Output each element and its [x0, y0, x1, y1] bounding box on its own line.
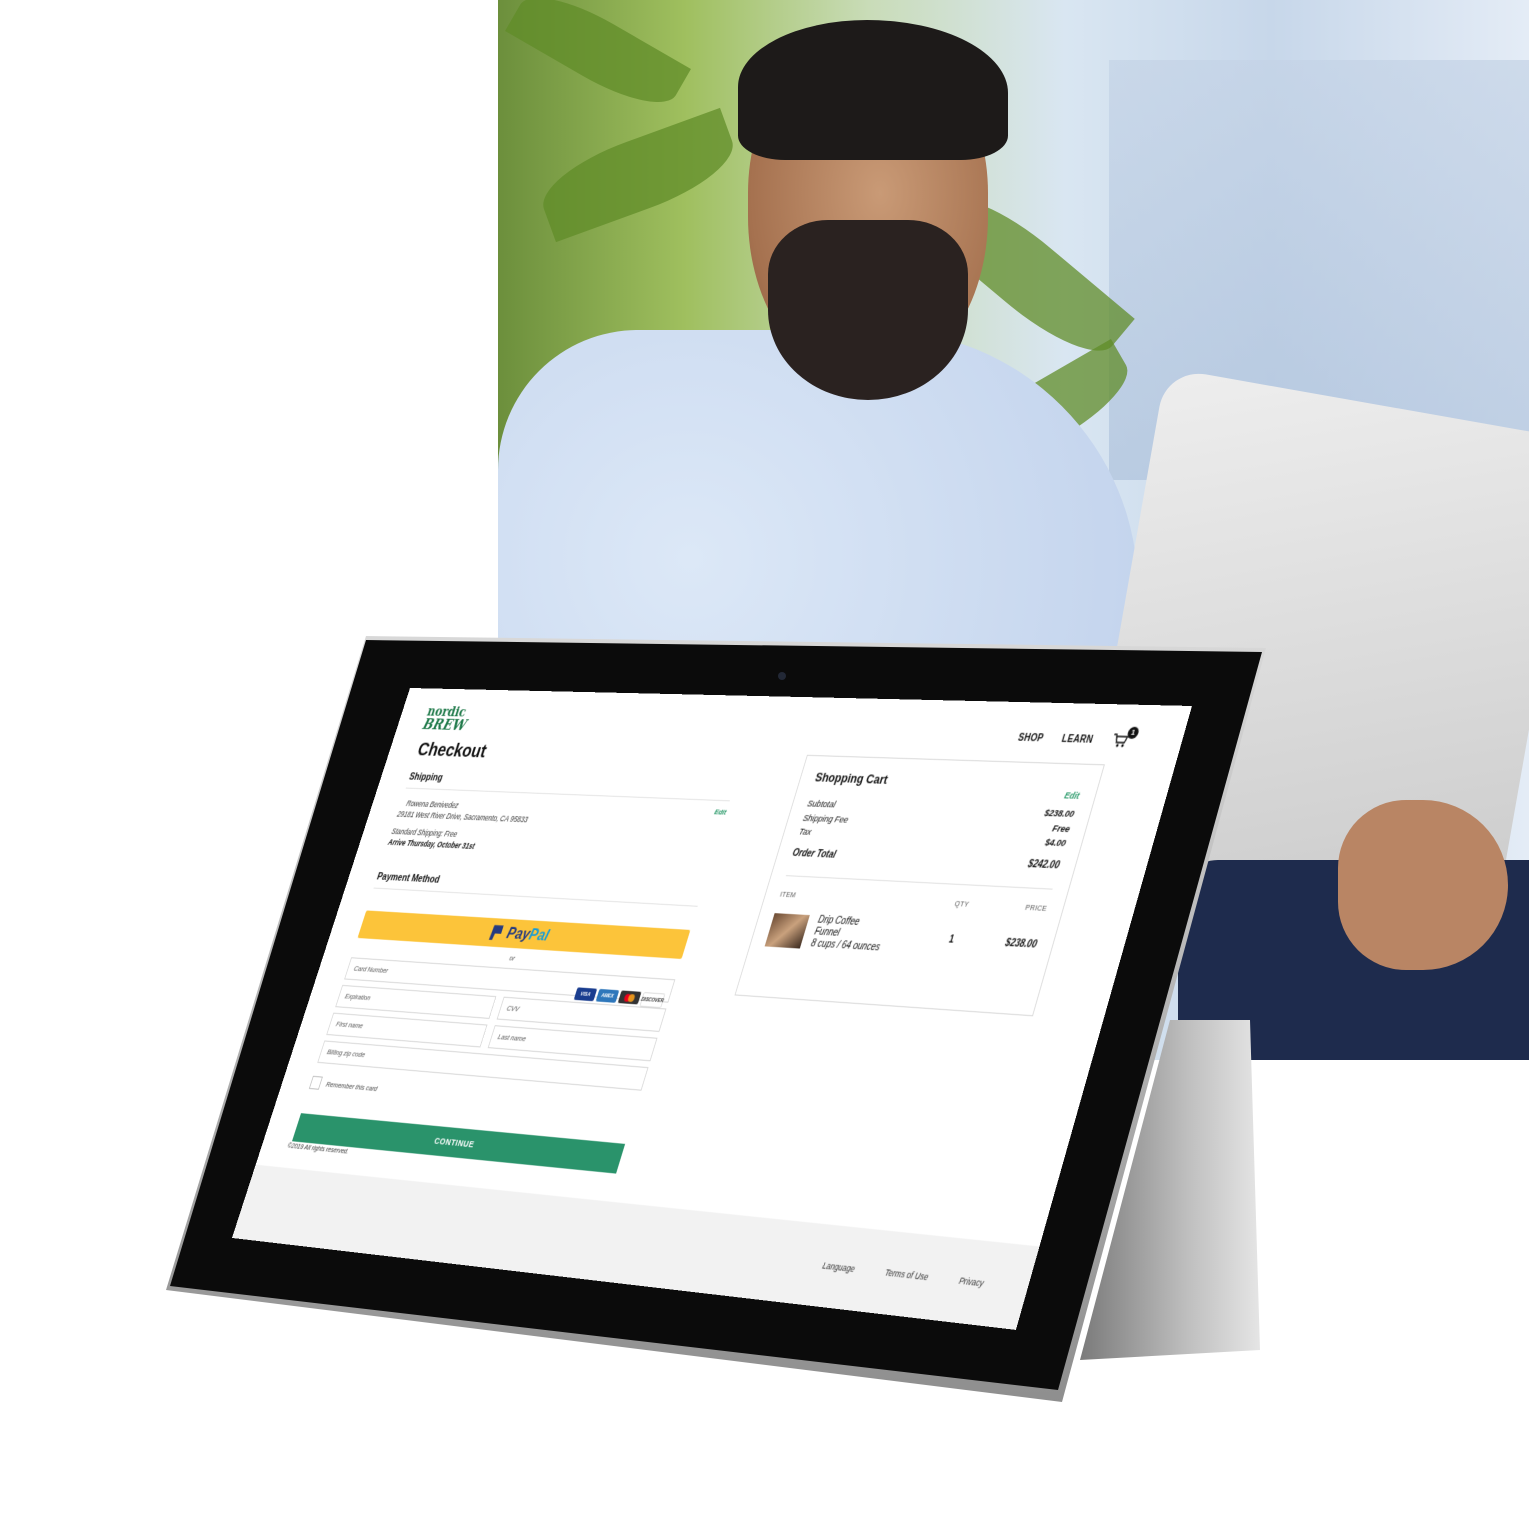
- shipping-edit-link[interactable]: Edit: [713, 807, 728, 819]
- nav-shop-link[interactable]: SHOP: [1017, 732, 1045, 744]
- page-title: Checkout: [414, 738, 490, 762]
- person-hair: [738, 20, 1008, 160]
- shipping-section-title: Shipping: [405, 771, 736, 802]
- paypal-wordmark-pal: Pal: [526, 925, 552, 945]
- column-price: PRICE: [1024, 902, 1049, 913]
- column-qty: QTY: [953, 898, 971, 909]
- visa-icon: VISA: [573, 987, 598, 1002]
- tax-label: Tax: [797, 827, 813, 839]
- continue-button[interactable]: CONTINUE: [291, 1113, 626, 1174]
- subtotal-value: $238.00: [1042, 807, 1076, 820]
- cart-icon[interactable]: 1: [1109, 726, 1141, 749]
- product-size: 8 cups / 64 ounces: [809, 937, 882, 954]
- paypal-wordmark: PayPal: [504, 924, 552, 945]
- plant-leaf: [532, 107, 744, 243]
- order-total-value: $242.00: [1026, 859, 1061, 872]
- product-thumbnail: [764, 912, 810, 949]
- order-total-label: Order Total: [790, 848, 838, 861]
- discover-icon: DISCOVER: [639, 992, 666, 1009]
- footer-terms-link[interactable]: Terms of Use: [884, 1267, 930, 1282]
- remember-card-label: Remember this card: [324, 1079, 379, 1093]
- nav-learn-link[interactable]: LEARN: [1060, 733, 1094, 745]
- person-beard: [768, 220, 968, 400]
- product-name: Drip Coffee Funnel 8 cups / 64 ounces: [809, 914, 931, 956]
- cart-totals: Subtotal $238.00 Shipping Fee Free Tax $…: [785, 797, 1076, 890]
- brand-logo-line2: BREW: [420, 715, 469, 735]
- brand-logo[interactable]: nordic BREW: [420, 703, 472, 735]
- person-hand: [1338, 800, 1508, 970]
- card-number-placeholder: Card Number: [352, 964, 390, 976]
- product-price: $238.00: [1003, 937, 1039, 951]
- mastercard-glyph: [623, 993, 636, 1002]
- shipping-details: Edit Rowena Benivedez 29181 West River D…: [387, 798, 728, 864]
- column-item: ITEM: [779, 889, 798, 900]
- footer-language-link[interactable]: Language: [821, 1260, 856, 1274]
- product-qty: 1: [947, 934, 956, 946]
- amex-icon: AMEX: [595, 989, 620, 1004]
- shipping-fee-value: Free: [1050, 823, 1072, 835]
- product-name-line2: Funnel: [813, 926, 842, 939]
- mastercard-icon: [617, 990, 642, 1005]
- cart-title: Shopping Cart: [813, 769, 890, 787]
- cart-count-badge: 1: [1126, 726, 1141, 739]
- footer-privacy-link[interactable]: Privacy: [958, 1275, 985, 1288]
- paypal-icon: [489, 925, 504, 941]
- cart-edit-link[interactable]: Edit: [1063, 790, 1080, 801]
- tax-value: $4.00: [1043, 837, 1068, 850]
- subtotal-label: Subtotal: [805, 798, 837, 811]
- payment-section-title: Payment Method: [373, 871, 703, 908]
- shopping-cart-panel: Shopping Cart Edit Subtotal $238.00 Ship…: [734, 754, 1105, 1017]
- tablet-camera: [778, 672, 786, 680]
- cart-items-header: ITEM QTY PRICE: [779, 889, 1048, 912]
- plant-leaf: [505, 0, 691, 121]
- top-nav: SHOP LEARN 1: [1016, 726, 1141, 749]
- cart-item-row: Drip Coffee Funnel 8 cups / 64 ounces 1 …: [764, 912, 1041, 964]
- remember-card-checkbox[interactable]: [308, 1076, 323, 1090]
